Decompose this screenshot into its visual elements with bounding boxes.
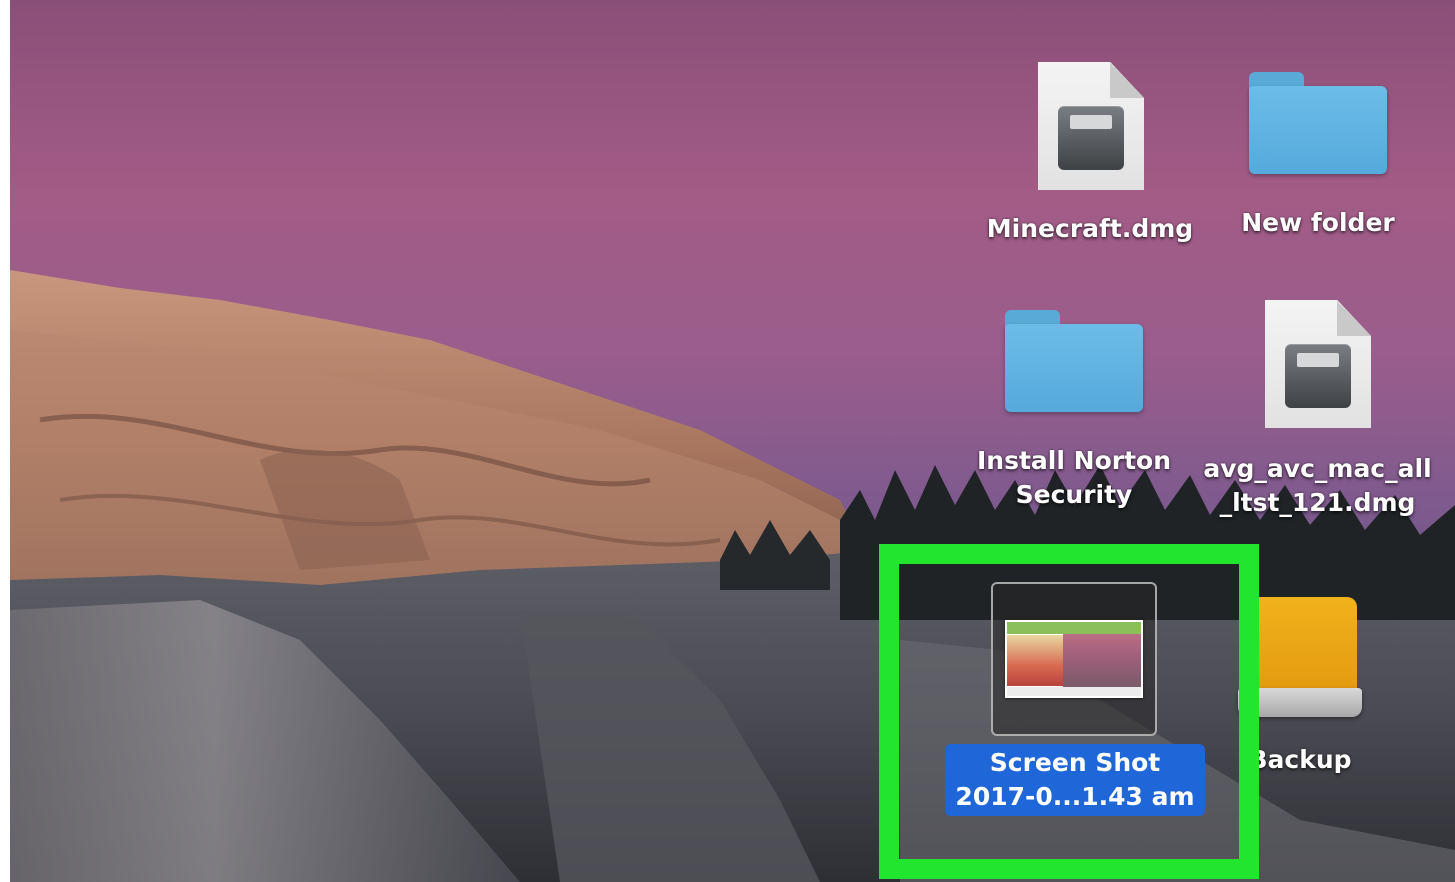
folder-icon [1249,72,1387,174]
external-drive-icon [1238,597,1362,717]
left-edge-strip [0,0,10,882]
desktop-icon-minecraft-dmg[interactable]: Minecraft.dmg [980,62,1200,252]
desktop[interactable]: Minecraft.dmg New folder Install Norton … [0,0,1455,882]
highlight-box [879,544,1259,879]
disk-image-icon [1265,300,1371,428]
icon-label: Install Norton Security [977,446,1171,509]
disk-image-icon [1038,62,1144,190]
icon-label: avg_avc_mac_all _ltst_121.dmg [1203,454,1432,517]
desktop-icon-install-norton-security[interactable]: Install Norton Security [962,308,1186,518]
folder-icon [1005,310,1143,412]
desktop-icon-new-folder[interactable]: New folder [1218,70,1418,245]
desktop-icon-avg-dmg[interactable]: avg_avc_mac_all _ltst_121.dmg [1190,300,1445,525]
icon-label: New folder [1241,208,1395,237]
icon-label: Minecraft.dmg [986,214,1194,243]
